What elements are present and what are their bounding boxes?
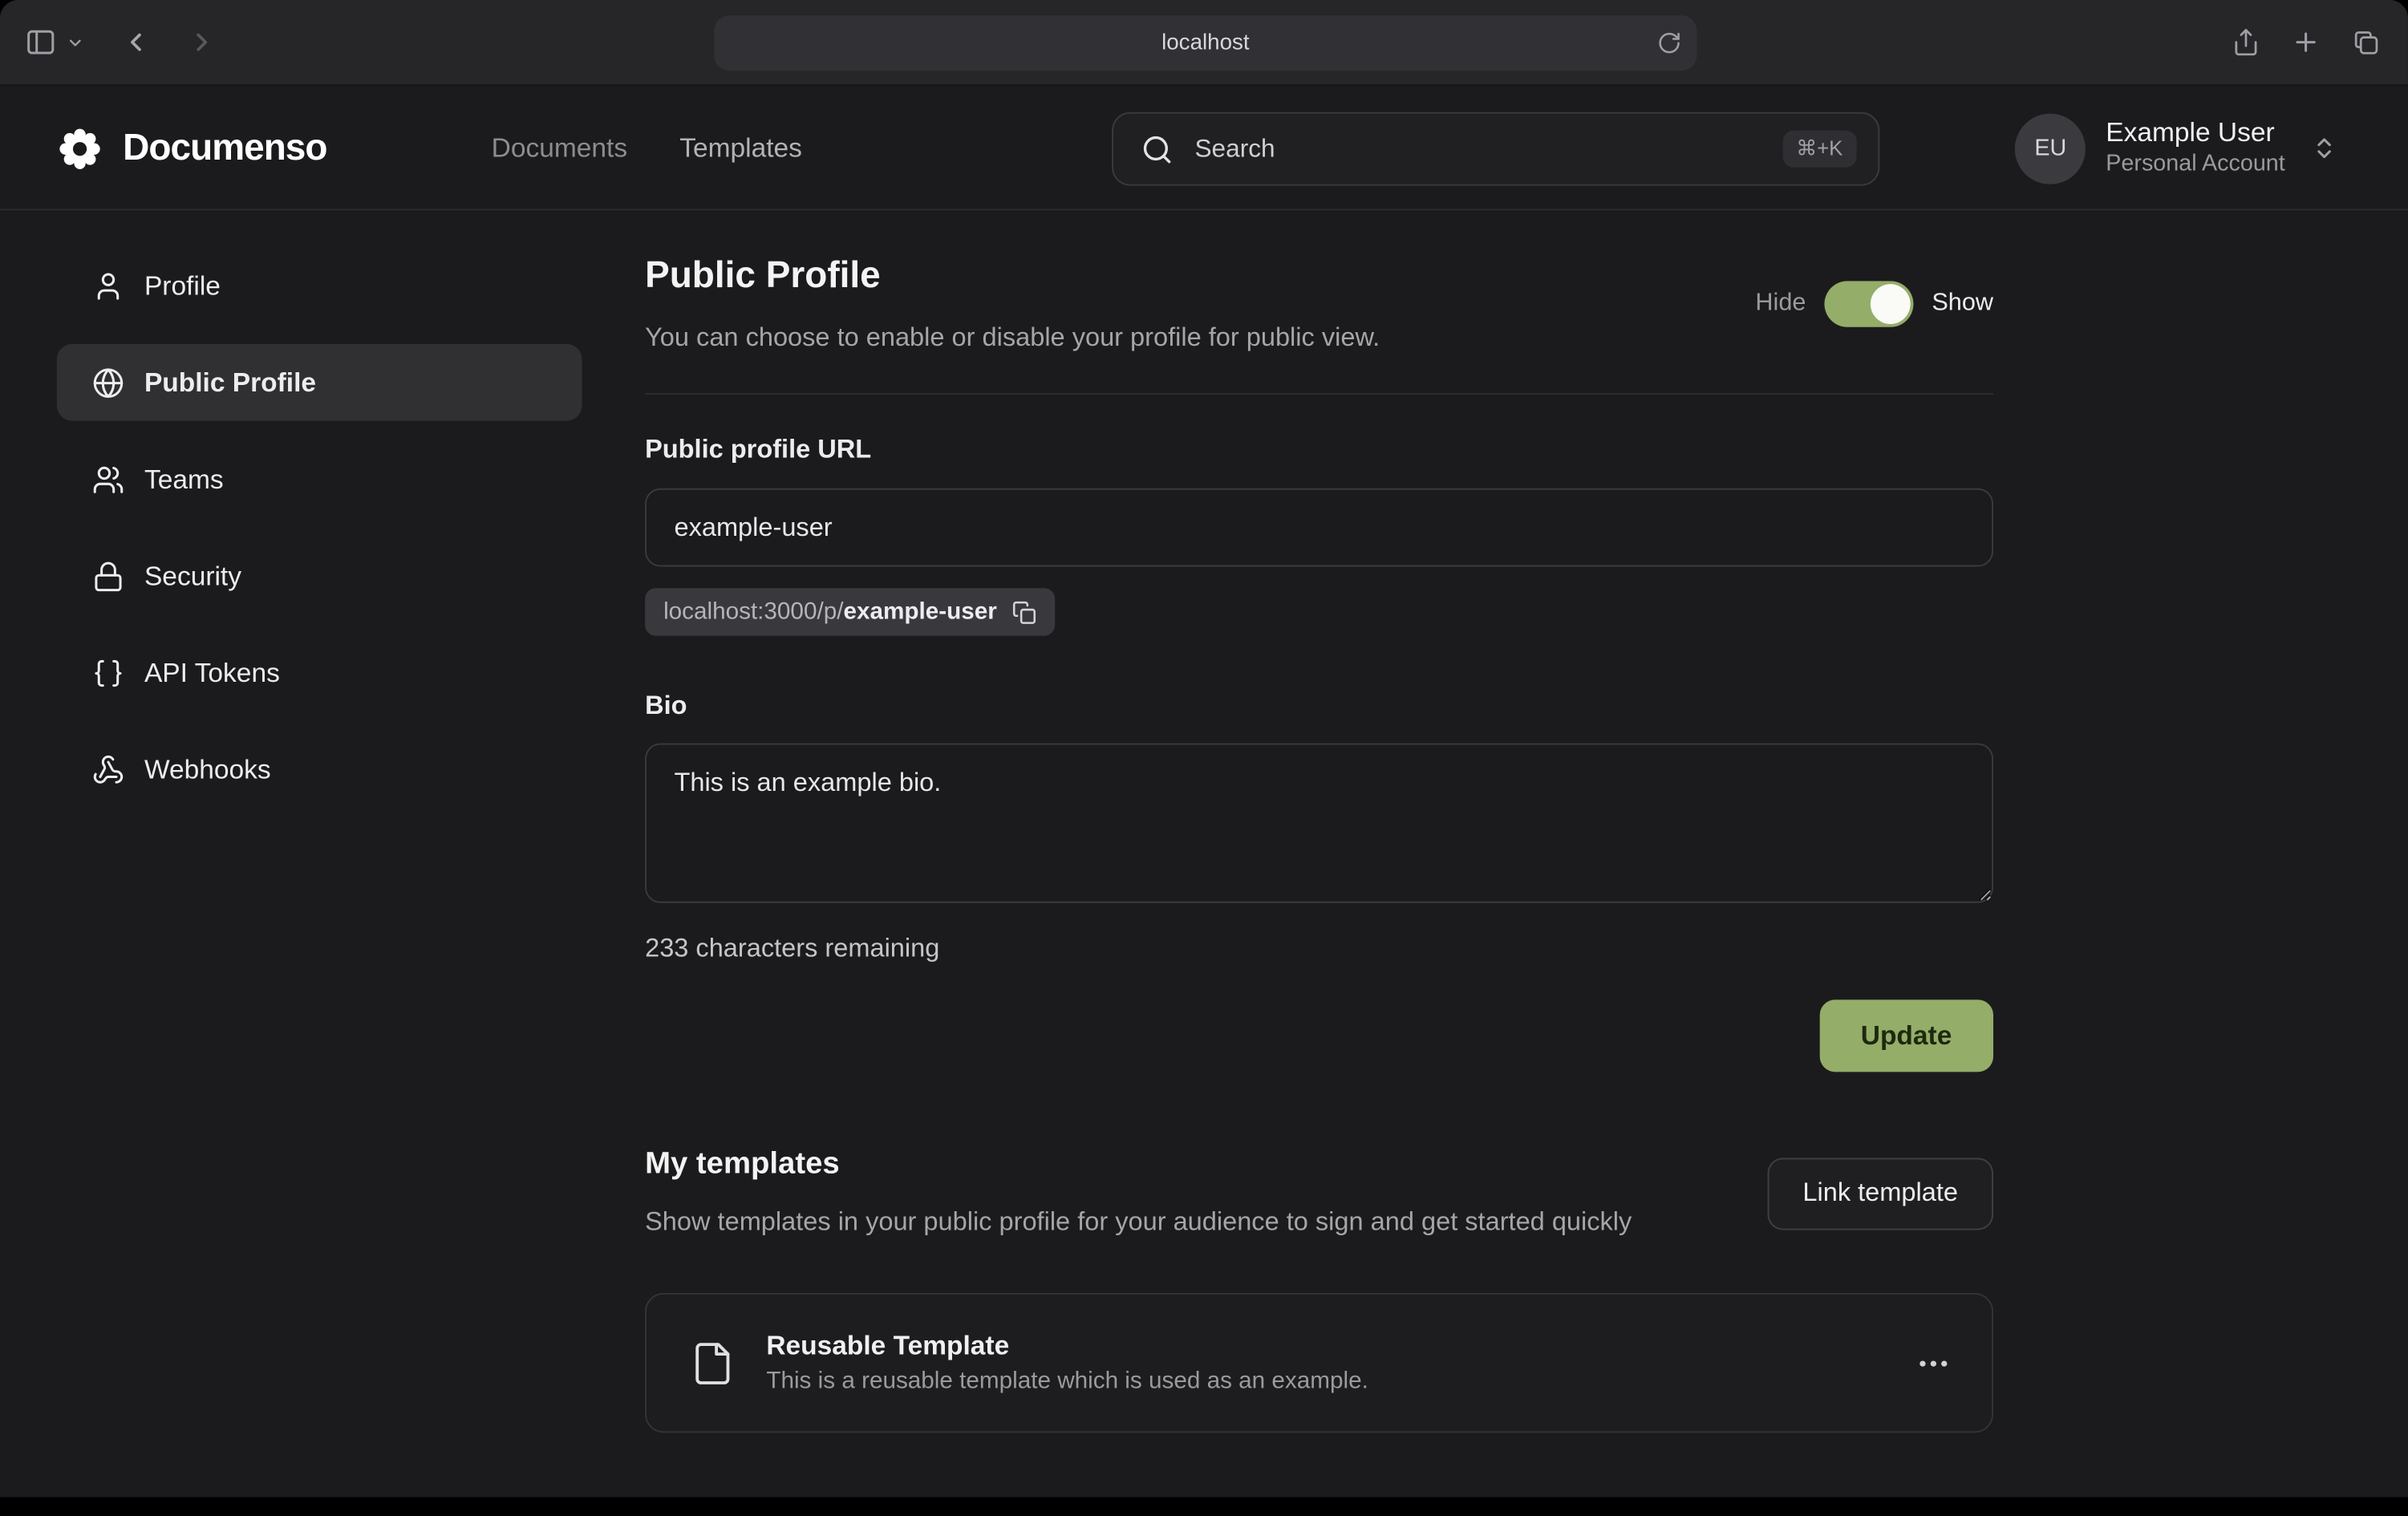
- toolbar-left-group: [25, 26, 226, 59]
- app-header: Documenso Documents Templates Search ⌘+K…: [0, 86, 2408, 210]
- link-template-button[interactable]: Link template: [1767, 1157, 1993, 1230]
- browser-toolbar: localhost: [0, 0, 2408, 86]
- file-icon: [690, 1340, 736, 1385]
- sidebar-item-label: Webhooks: [144, 753, 271, 785]
- public-profile-link-chip: localhost:3000/p/example-user: [645, 588, 1055, 635]
- address-bar[interactable]: localhost: [714, 15, 1697, 71]
- public-profile-url-input[interactable]: [645, 488, 1993, 567]
- settings-sidebar: Profile Public Profile Teams: [0, 210, 645, 1497]
- templates-head: My templates Show templates in your publ…: [645, 1144, 1993, 1242]
- bio-textarea[interactable]: This is an example bio.: [645, 744, 1993, 903]
- templates-head-text: My templates Show templates in your publ…: [645, 1144, 1632, 1242]
- lock-icon: [92, 560, 124, 592]
- user-icon: [92, 270, 124, 302]
- link-text: localhost:3000/p/example-user: [663, 598, 997, 626]
- update-button[interactable]: Update: [1819, 999, 1993, 1072]
- template-description: This is a reusable template which is use…: [766, 1368, 1368, 1396]
- hide-label: Hide: [1755, 290, 1806, 318]
- sidebar-item-profile[interactable]: Profile: [57, 247, 582, 324]
- url-field-label: Public profile URL: [645, 435, 1993, 465]
- profile-visibility-toggle[interactable]: [1824, 281, 1913, 326]
- bio-field-label: Bio: [645, 691, 1993, 722]
- back-icon[interactable]: [121, 27, 150, 56]
- users-icon: [92, 463, 124, 495]
- sidebar-item-label: Public Profile: [144, 367, 316, 399]
- account-menu-chevron-icon: [2311, 135, 2337, 161]
- section-head-text: Public Profile You can choose to enable …: [645, 253, 1380, 355]
- visibility-controls: Hide Show: [1755, 281, 1993, 326]
- account-menu[interactable]: EU Example User Personal Account: [2015, 86, 2337, 210]
- template-menu-ellipsis-icon[interactable]: [1915, 1344, 1952, 1381]
- update-row: Update: [645, 999, 1993, 1072]
- templates-title: My templates: [645, 1144, 1632, 1184]
- nav-templates[interactable]: Templates: [679, 132, 802, 164]
- top-nav: Documents Templates: [492, 86, 802, 210]
- search-placeholder: Search: [1194, 135, 1782, 164]
- sidebar-item-api-tokens[interactable]: API Tokens: [57, 634, 582, 711]
- reload-icon[interactable]: [1657, 30, 1682, 55]
- templates-subtitle: Show templates in your public profile fo…: [645, 1202, 1632, 1242]
- sidebar-item-label: API Tokens: [144, 656, 280, 688]
- sidebar-item-label: Teams: [144, 463, 224, 495]
- sidebar-item-label: Security: [144, 560, 241, 592]
- page-title: Public Profile: [645, 253, 1380, 299]
- tab-overview-icon[interactable]: [2351, 27, 2380, 56]
- user-name: Example User: [2106, 117, 2285, 151]
- public-profile-panel: Public Profile You can choose to enable …: [645, 210, 1993, 1497]
- page-subtitle: You can choose to enable or disable your…: [645, 321, 1380, 355]
- toolbar-right-group: [2232, 27, 2381, 56]
- user-meta: Example User Personal Account: [2106, 117, 2285, 180]
- toggle-knob: [1871, 284, 1911, 324]
- brand[interactable]: Documenso: [57, 86, 327, 210]
- nav-documents[interactable]: Documents: [492, 132, 627, 164]
- divider: [645, 393, 1993, 395]
- sidebar-item-teams[interactable]: Teams: [57, 440, 582, 517]
- webhook-icon: [92, 753, 124, 785]
- screen: localhost: [0, 0, 2408, 1516]
- sidebar-item-webhooks[interactable]: Webhooks: [57, 731, 582, 808]
- browser-window: localhost: [0, 0, 2408, 1498]
- copy-icon[interactable]: [1012, 600, 1037, 625]
- user-account-type: Personal Account: [2106, 151, 2285, 180]
- show-label: Show: [1932, 290, 1993, 318]
- search-shortcut-badge: ⌘+K: [1782, 131, 1857, 168]
- search-bar[interactable]: Search ⌘+K: [1112, 112, 1879, 186]
- sidebar-item-label: Profile: [144, 270, 221, 302]
- address-url: localhost: [1161, 30, 1250, 55]
- documenso-logo-icon: [57, 125, 103, 171]
- template-card[interactable]: Reusable Template This is a reusable tem…: [645, 1293, 1993, 1433]
- section-head: Public Profile You can choose to enable …: [645, 253, 1993, 355]
- forward-icon[interactable]: [188, 27, 217, 56]
- chars-remaining: 233 characters remaining: [645, 934, 1993, 964]
- desktop-strip: [0, 1498, 2408, 1516]
- sidebar-item-security[interactable]: Security: [57, 537, 582, 614]
- sidebar-item-public-profile[interactable]: Public Profile: [57, 344, 582, 421]
- share-icon[interactable]: [2232, 27, 2260, 56]
- new-tab-icon[interactable]: [2291, 27, 2320, 56]
- brand-name: Documenso: [123, 127, 326, 170]
- search-icon: [1141, 133, 1173, 165]
- avatar: EU: [2015, 113, 2086, 184]
- sidebar-toggle-icon[interactable]: [25, 26, 57, 59]
- template-meta: Reusable Template This is a reusable tem…: [766, 1330, 1368, 1396]
- template-name: Reusable Template: [766, 1330, 1368, 1362]
- braces-icon: [92, 656, 124, 688]
- globe-icon: [92, 367, 124, 399]
- content: Profile Public Profile Teams: [0, 210, 2408, 1497]
- toolbar-chevron-down-icon[interactable]: [66, 33, 84, 51]
